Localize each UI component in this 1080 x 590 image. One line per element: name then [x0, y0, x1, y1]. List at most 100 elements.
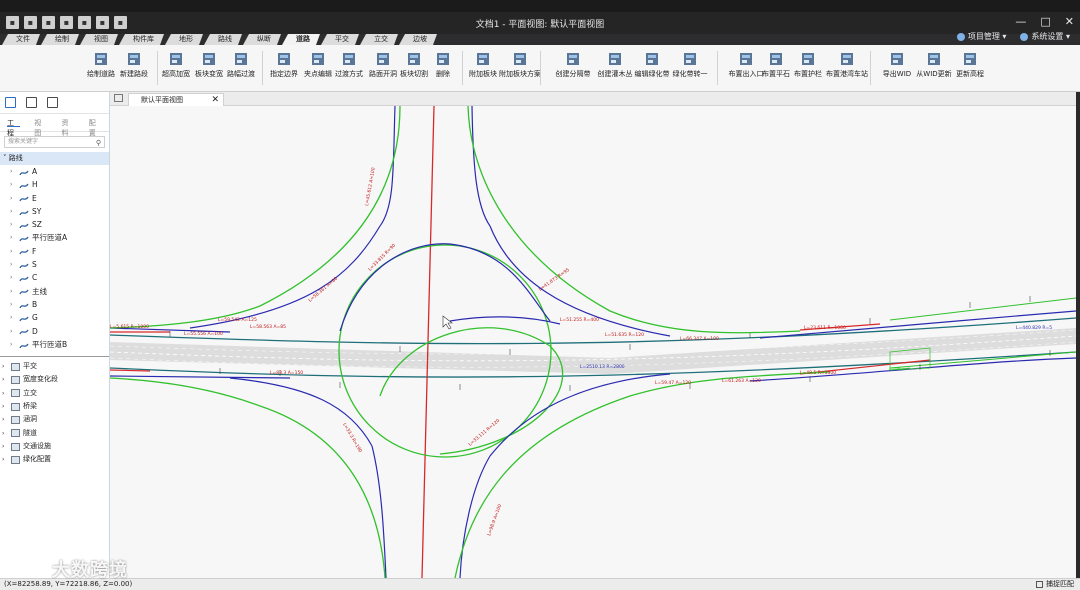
category-item[interactable]: › 桥梁 [0, 400, 109, 413]
route-item[interactable]: › 平行匝道B [0, 338, 109, 351]
expand-arrow-icon[interactable]: › [2, 360, 8, 373]
pin-icon[interactable] [114, 94, 123, 102]
expand-arrow-icon[interactable]: › [2, 413, 8, 426]
maximize-button[interactable]: □ [1040, 15, 1050, 28]
drawing-svg[interactable]: L=55.556 A=100 L=59.542 A=125 L=58.563 A… [110, 106, 1076, 578]
route-item[interactable]: › 平行匝道A [0, 231, 109, 244]
tab-interchange[interactable]: 立交 [360, 34, 398, 45]
tab-view[interactable]: 视图 [80, 34, 118, 45]
expand-arrow-icon[interactable]: › [10, 298, 16, 311]
close-tab-icon[interactable]: ✕ [211, 94, 219, 106]
subtab-config[interactable]: 配置 [89, 118, 102, 137]
tab-slope[interactable]: 边坡 [399, 34, 437, 45]
tab-draw[interactable]: 绘制 [41, 34, 79, 45]
close-button[interactable]: ✕ [1065, 15, 1074, 28]
ribbon-button-22[interactable]: 从WID更新 [916, 51, 952, 79]
ribbon-button-14[interactable]: 创建灌木丛 [597, 51, 633, 79]
expand-arrow-icon[interactable]: › [10, 205, 16, 218]
tab-alignment[interactable]: 路线 [204, 34, 242, 45]
route-item[interactable]: › B [0, 298, 109, 311]
expand-arrow-icon[interactable]: › [10, 285, 16, 298]
expand-arrow-icon[interactable]: › [10, 165, 16, 178]
ribbon-button-19[interactable]: 布置护栏 [790, 51, 826, 79]
category-item[interactable]: › 立交 [0, 387, 109, 400]
ribbon-button-7[interactable]: 过渡方式 [331, 51, 367, 79]
expand-arrow-icon[interactable]: › [10, 338, 16, 351]
category-item[interactable]: › 涵洞 [0, 413, 109, 426]
expand-arrow-icon[interactable]: › [10, 231, 16, 244]
route-item[interactable]: › C [0, 271, 109, 284]
tab-intersection[interactable]: 平交 [321, 34, 359, 45]
subtab-view[interactable]: 视图 [34, 118, 47, 137]
category-item[interactable]: › 隧道 [0, 427, 109, 440]
tab-terrain[interactable]: 地形 [165, 34, 203, 45]
ribbon-button-3[interactable]: 板块变宽 [191, 51, 227, 79]
minimize-button[interactable]: — [1015, 15, 1026, 28]
tab-road[interactable]: 道路 [282, 34, 320, 45]
category-item[interactable]: › 绿化配置 [0, 453, 109, 466]
ribbon-button-11[interactable]: 附加板块 [465, 51, 501, 79]
route-item[interactable]: › F [0, 245, 109, 258]
ribbon-button-2[interactable]: 超高加宽 [158, 51, 194, 79]
expand-arrow-icon[interactable]: › [10, 271, 16, 284]
ribbon-button-21[interactable]: 导出WID [879, 51, 915, 79]
category-item[interactable]: › 宽度变化段 [0, 373, 109, 386]
route-item[interactable]: › S [0, 258, 109, 271]
project-management-menu[interactable]: 项目管理 ▾ [956, 31, 1006, 42]
route-item[interactable]: › H [0, 178, 109, 191]
tab-profile[interactable]: 纵断 [243, 34, 281, 45]
layout-icon[interactable] [26, 97, 37, 108]
ribbon-button-0[interactable]: 绘制道路 [83, 51, 119, 79]
expand-arrow-icon[interactable]: › [10, 258, 16, 271]
search-icon[interactable]: ⚲ [96, 138, 101, 148]
route-item[interactable]: › D [0, 325, 109, 338]
tab-file[interactable]: 文件 [2, 34, 40, 45]
ribbon-button-16[interactable]: 绿化带转一 [672, 51, 708, 79]
category-item[interactable]: › 交通设施 [0, 440, 109, 453]
snap-icon[interactable] [1036, 581, 1043, 588]
expand-arrow-icon[interactable]: › [2, 373, 8, 386]
route-item[interactable]: › A [0, 165, 109, 178]
expand-arrow-icon[interactable]: › [10, 245, 16, 258]
divider [0, 356, 109, 358]
ribbon-button-20[interactable]: 布置港湾车站 [826, 51, 868, 79]
route-item[interactable]: › SZ [0, 218, 109, 231]
doc-tab-plan-view[interactable]: 默认平面视图 ✕ [128, 93, 224, 106]
route-item[interactable]: › E [0, 192, 109, 205]
vertical-scrollbar[interactable] [1076, 92, 1080, 578]
ribbon-button-13[interactable]: 创建分隔带 [555, 51, 591, 79]
ribbon-button-23[interactable]: 更新高程 [952, 51, 988, 79]
route-item[interactable]: › 主线 [0, 285, 109, 298]
ribbon-button-18[interactable]: 布置平石 [758, 51, 794, 79]
category-item[interactable]: › 平交 [0, 360, 109, 373]
expand-arrow-icon[interactable]: › [10, 311, 16, 324]
ribbon-button-4[interactable]: 路幅过渡 [223, 51, 259, 79]
tree-root-alignment[interactable]: ˅ 路线 [0, 152, 109, 165]
ribbon-button-10[interactable]: 删除 [425, 51, 461, 79]
expand-arrow-icon[interactable]: › [2, 453, 8, 466]
subtab-data[interactable]: 资料 [62, 118, 75, 137]
expand-arrow-icon[interactable]: › [2, 427, 8, 440]
expand-arrow-icon[interactable]: › [2, 387, 8, 400]
snap-status[interactable]: 捕捉匹配 [1046, 579, 1074, 590]
subtab-project[interactable]: 工程 [7, 118, 21, 137]
ribbon-button-5[interactable]: 指定边界 [266, 51, 302, 79]
expand-arrow-icon[interactable]: › [10, 325, 16, 338]
route-item[interactable]: › SY [0, 205, 109, 218]
ribbon-button-12[interactable]: 附加板块方案 [499, 51, 541, 79]
ribbon-button-1[interactable]: 新建路段 [116, 51, 152, 79]
ribbon-separator [462, 51, 463, 85]
expand-arrow-icon[interactable]: › [2, 440, 8, 453]
plan-view-canvas[interactable]: L=55.556 A=100 L=59.542 A=125 L=58.563 A… [110, 106, 1076, 578]
system-settings-menu[interactable]: 系统设置 ▾ [1020, 31, 1070, 42]
route-item[interactable]: › G [0, 311, 109, 324]
ribbon-button-15[interactable]: 编辑绿化带 [634, 51, 670, 79]
expand-arrow-icon[interactable]: › [10, 218, 16, 231]
grid-icon[interactable] [47, 97, 58, 108]
tab-component-library[interactable]: 构件库 [119, 34, 164, 45]
expand-arrow-icon[interactable]: › [2, 400, 8, 413]
expand-arrow-icon[interactable]: › [10, 178, 16, 191]
panel-toggle-icon[interactable] [5, 97, 16, 108]
expand-arrow-icon[interactable]: › [10, 192, 16, 205]
search-input[interactable]: 搜索关键字 ⚲ [4, 136, 105, 148]
